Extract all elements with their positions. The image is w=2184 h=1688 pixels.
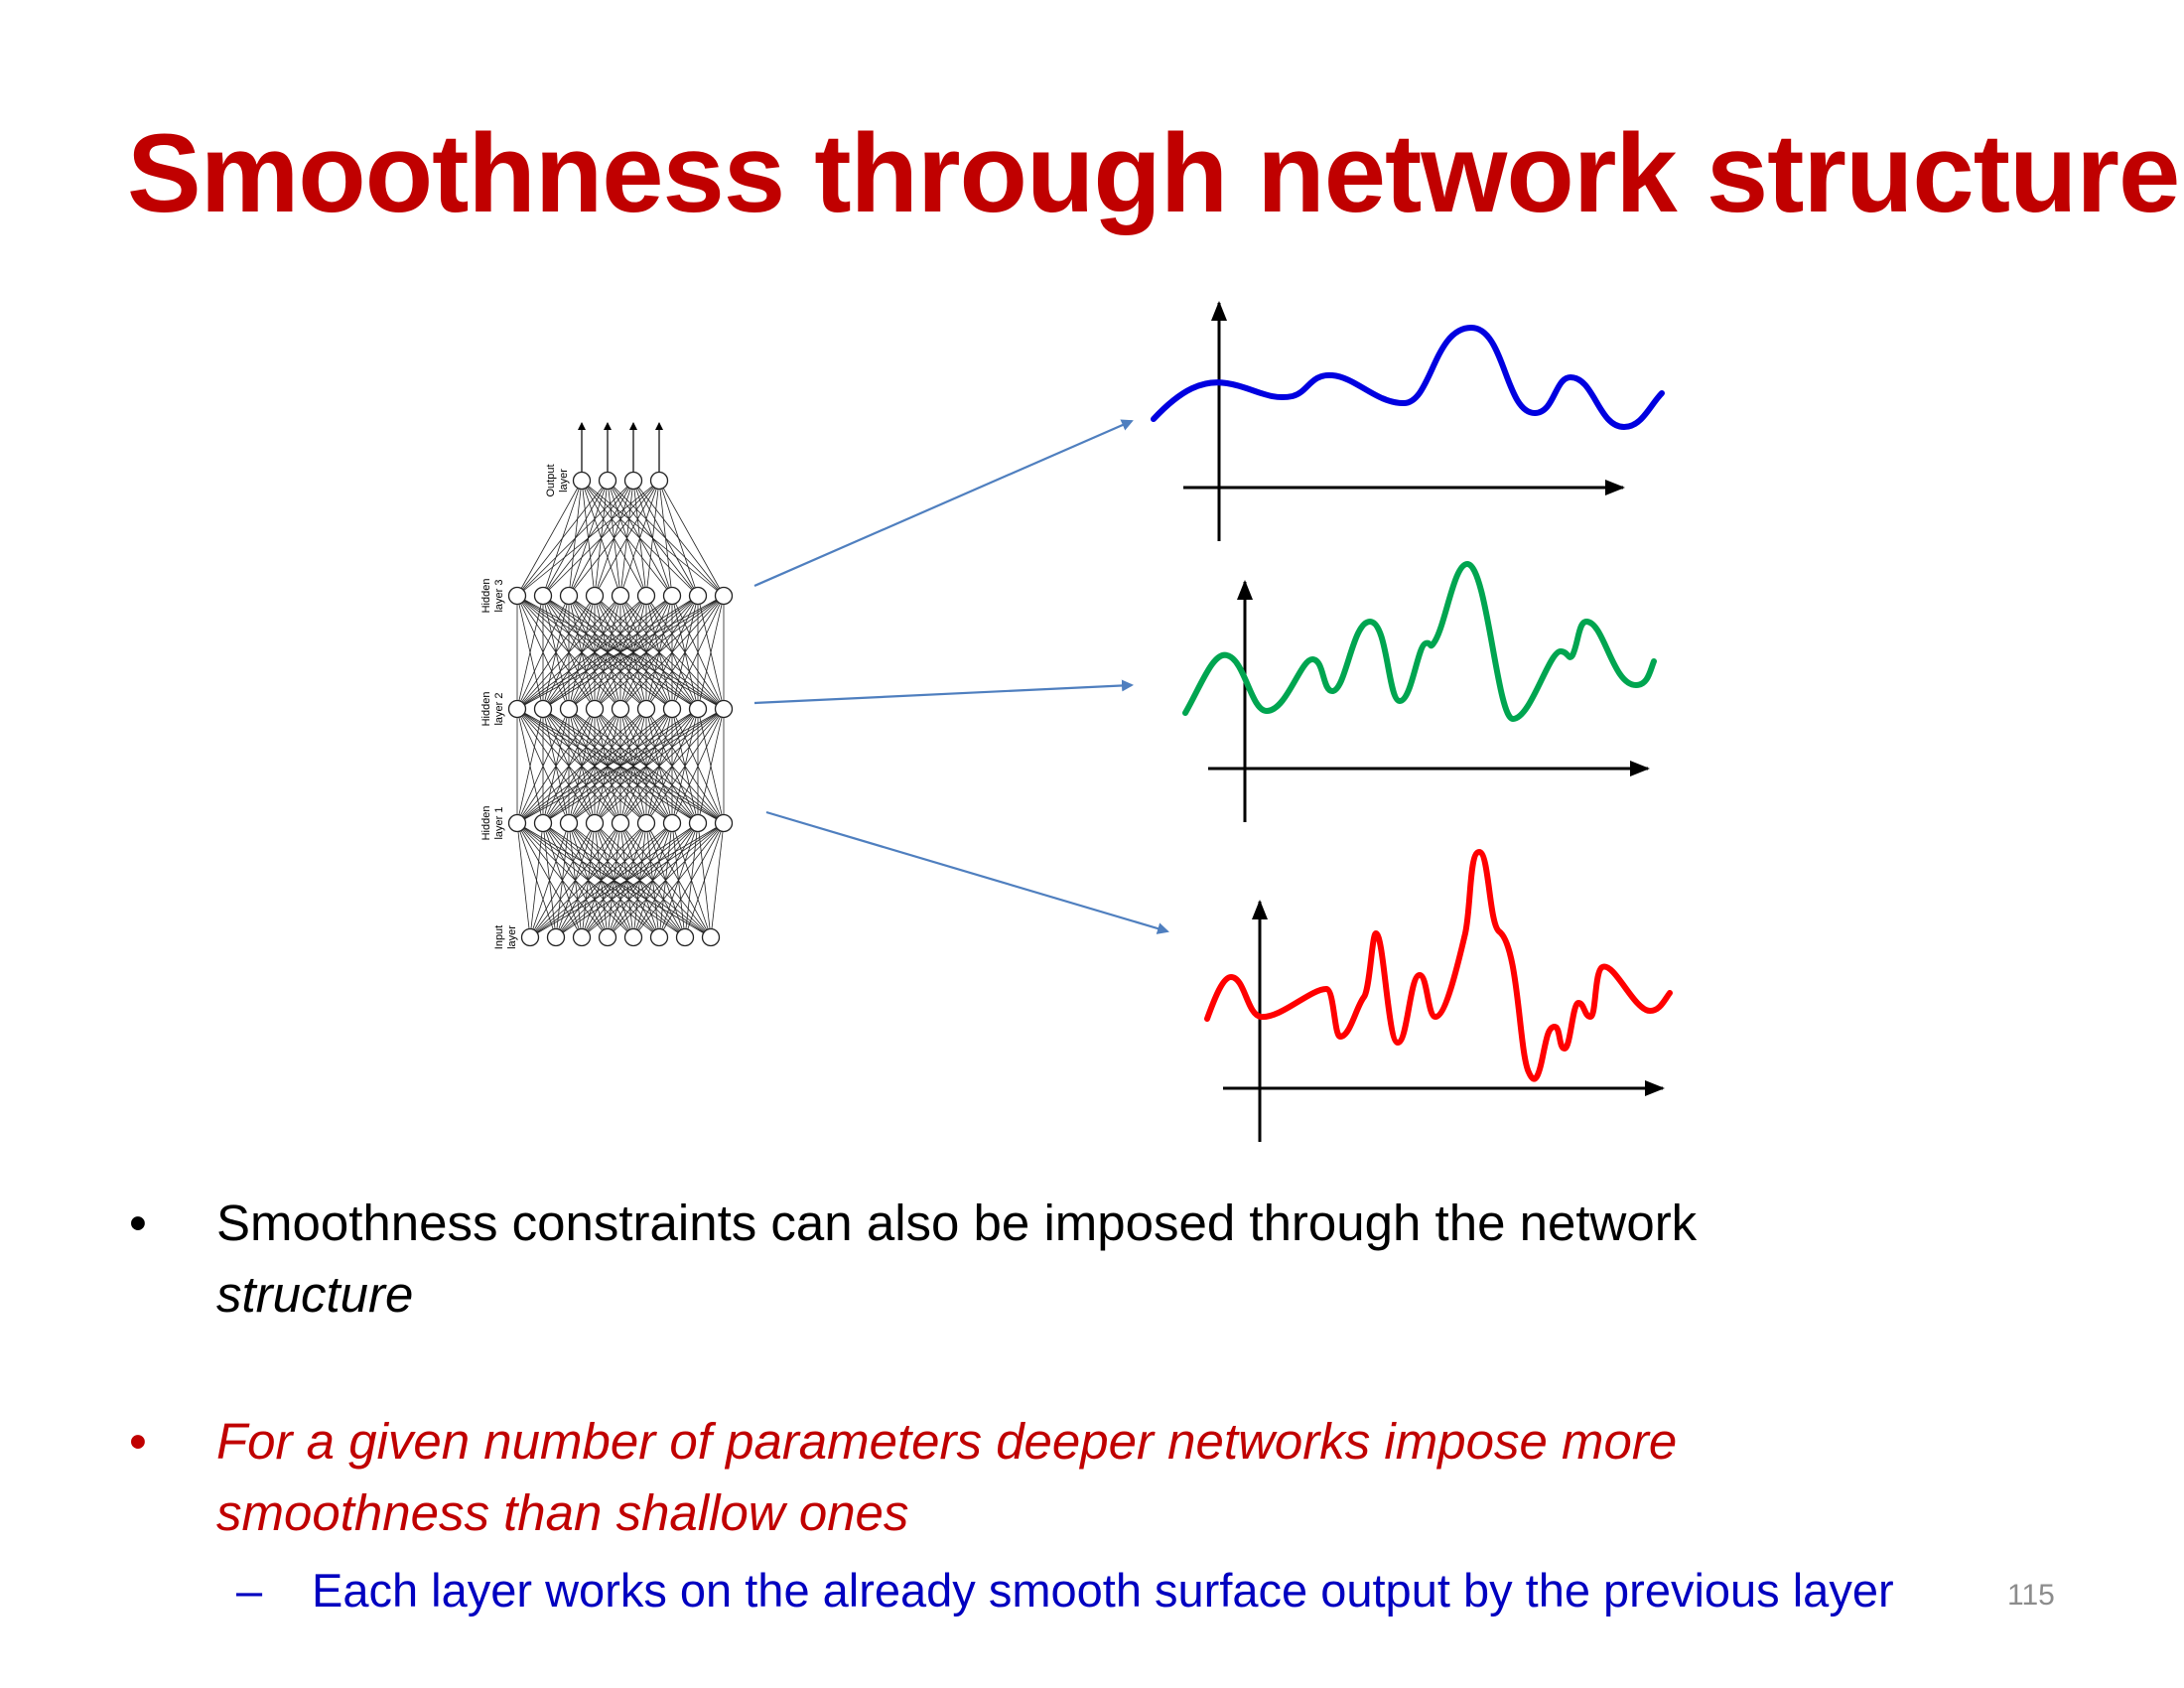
bullet-line-2: structure	[216, 1266, 414, 1323]
network-node	[559, 813, 579, 833]
plot-middle	[1182, 560, 1657, 822]
network-node	[559, 699, 579, 719]
network-node	[611, 813, 630, 833]
network-node	[701, 927, 721, 947]
layer-label: Hiddenlayer 3	[480, 579, 505, 614]
network-node	[662, 813, 682, 833]
network-node	[520, 927, 540, 947]
network-node	[507, 586, 527, 606]
bullet-line-2: smoothness than shallow ones	[216, 1484, 909, 1541]
layer-label: Outputlayer	[545, 464, 570, 496]
bullet-line-1: Smoothness constraints can also be impos…	[216, 1195, 1698, 1251]
neural-network-diagram: Outputlayer Hiddenlayer 3 Hiddenlayer 2 Hid…	[480, 422, 734, 949]
network-node	[636, 699, 656, 719]
network-node	[636, 586, 656, 606]
network-node	[714, 813, 734, 833]
network-node	[598, 471, 617, 491]
network-node	[623, 471, 643, 491]
network-node	[507, 699, 527, 719]
network-node	[649, 927, 669, 947]
network-node	[585, 699, 605, 719]
arrow-hidden-3	[753, 419, 1134, 588]
bullet-text: Smoothness constraints can also be impos…	[216, 1188, 1697, 1331]
network-node	[636, 813, 656, 833]
network-layer: Hiddenlayer 3	[480, 579, 734, 614]
layer-label: Hiddenlayer 2	[480, 692, 505, 727]
bullet-line-1: For a given number of parameters deeper …	[216, 1413, 1678, 1470]
network-node	[688, 813, 708, 833]
network-node	[688, 586, 708, 606]
network-node	[662, 699, 682, 719]
curve-green	[1182, 560, 1657, 723]
network-layer: Hiddenlayer 2	[480, 692, 734, 727]
sub-bullet-dash: –	[236, 1564, 263, 1617]
plot-bottom	[1204, 849, 1673, 1142]
network-node	[533, 813, 553, 833]
network-node	[585, 813, 605, 833]
layer-label: Hiddenlayer 1	[480, 806, 505, 841]
network-node	[507, 813, 527, 833]
curve-red	[1204, 849, 1673, 1082]
sub-bullet-text: Each layer works on the already smooth s…	[312, 1564, 1894, 1617]
curve-blue	[1151, 324, 1665, 431]
network-node	[662, 586, 682, 606]
network-node	[546, 927, 566, 947]
bullet-text: For a given number of parameters deeper …	[216, 1406, 1677, 1549]
plot-top	[1151, 301, 1665, 541]
layer-label: Inputlayer	[493, 925, 518, 949]
network-node	[559, 586, 579, 606]
network-node	[572, 927, 592, 947]
network-layer: Inputlayer	[493, 925, 721, 949]
bullet-dot: •	[129, 1413, 147, 1470]
network-node	[611, 699, 630, 719]
network-node	[533, 699, 553, 719]
network-node	[675, 927, 695, 947]
network-node	[572, 471, 592, 491]
arrow-hidden-1	[765, 810, 1169, 934]
network-node	[688, 699, 708, 719]
network-node	[623, 927, 643, 947]
network-node	[649, 471, 669, 491]
bullet-dot: •	[129, 1195, 147, 1251]
network-node	[611, 586, 630, 606]
network-node	[533, 586, 553, 606]
network-node	[714, 586, 734, 606]
network-node	[598, 927, 617, 947]
page-number: 115	[2007, 1579, 2055, 1612]
arrow-hidden-2	[753, 679, 1134, 705]
network-node	[585, 586, 605, 606]
network-node	[714, 699, 734, 719]
